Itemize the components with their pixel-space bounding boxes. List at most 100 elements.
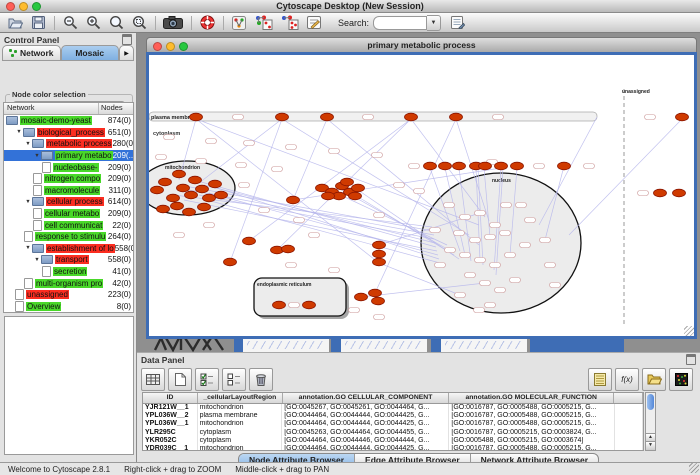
network-node[interactable] xyxy=(209,180,222,188)
network-node[interactable] xyxy=(372,153,383,158)
network-node[interactable] xyxy=(198,203,211,211)
network-node[interactable] xyxy=(215,191,228,199)
network-node[interactable] xyxy=(303,301,316,309)
network-node[interactable] xyxy=(239,183,250,188)
network-node[interactable] xyxy=(470,238,481,243)
network-window-titlebar[interactable]: primary metabolic process xyxy=(146,37,697,52)
network-node[interactable] xyxy=(654,189,667,197)
expander-icon[interactable]: ▼ xyxy=(33,257,41,263)
network-node[interactable] xyxy=(490,223,501,228)
network-node[interactable] xyxy=(373,241,386,249)
table-scrollbar[interactable]: ▲ ▼ xyxy=(645,392,656,451)
network-node[interactable] xyxy=(414,189,425,194)
network-node[interactable] xyxy=(394,183,405,188)
network-node[interactable] xyxy=(289,303,300,308)
network-node[interactable] xyxy=(321,113,334,121)
table-row[interactable]: YPL036W__1mitochondrion[GO:0044464, GO:0… xyxy=(143,420,643,428)
attribute-table-header[interactable]: ID_cellularLayoutRegionannotation.GO CEL… xyxy=(143,393,643,404)
select-attributes-icon[interactable] xyxy=(195,368,219,391)
network-node[interactable] xyxy=(540,238,551,243)
network-node[interactable] xyxy=(673,189,686,197)
network-node[interactable] xyxy=(272,167,283,172)
network-node[interactable] xyxy=(373,258,386,266)
tree-row[interactable]: ▼biological_process651(0) xyxy=(4,127,133,139)
network-node[interactable] xyxy=(558,162,571,170)
network-node[interactable] xyxy=(196,159,207,164)
scrollbar-thumb[interactable] xyxy=(647,394,654,410)
network-node[interactable] xyxy=(204,223,215,228)
tab-mosaic[interactable]: Mosaic xyxy=(61,45,120,61)
expander-icon[interactable]: ▼ xyxy=(24,245,32,251)
table-row[interactable]: YKR052Ccytoplasm[GO:0044464, GO:0044446,… xyxy=(143,437,643,445)
table-mode-icon[interactable] xyxy=(141,368,165,391)
tree-row[interactable]: secretion41(0) xyxy=(4,266,133,278)
network-node[interactable] xyxy=(174,233,185,238)
tree-row[interactable]: multi-organism pro42(0) xyxy=(4,277,133,289)
network-node[interactable] xyxy=(177,184,190,192)
new-attribute-icon[interactable] xyxy=(168,368,192,391)
background-window-titlebar[interactable] xyxy=(530,337,624,352)
network-node[interactable] xyxy=(329,268,340,273)
column-header[interactable]: ID xyxy=(143,393,198,403)
column-header[interactable]: annotation.GO CELLULAR_COMPONENT xyxy=(283,393,450,403)
network-node[interactable] xyxy=(151,186,164,194)
tree-row[interactable]: nitrogen compo209(0) xyxy=(4,173,133,185)
edit-attributes-icon[interactable] xyxy=(449,15,467,31)
network-node[interactable] xyxy=(167,194,180,202)
unselect-attributes-icon[interactable] xyxy=(222,368,246,391)
tree-row[interactable]: response to stimulu264(0) xyxy=(4,231,133,243)
save-icon[interactable] xyxy=(29,15,47,31)
network-node[interactable] xyxy=(244,141,255,146)
search-input[interactable] xyxy=(373,16,427,30)
tree-row[interactable]: nucleobase-209(0) xyxy=(4,161,133,173)
network-node[interactable] xyxy=(638,191,649,196)
network-node[interactable] xyxy=(189,176,202,184)
network-node[interactable] xyxy=(495,288,506,293)
network-node[interactable] xyxy=(164,135,175,140)
network-node[interactable] xyxy=(424,162,437,170)
network-node[interactable] xyxy=(430,228,441,233)
window-resize-grip[interactable] xyxy=(684,326,694,336)
network-node[interactable] xyxy=(355,293,368,301)
network-node[interactable] xyxy=(206,139,217,144)
tree-row[interactable]: ▼cellular process614(0) xyxy=(4,196,133,208)
expander-icon[interactable]: ▼ xyxy=(24,141,32,147)
network-node[interactable] xyxy=(349,308,360,313)
table-row[interactable]: YDR039C__1mitochondrion[GO:0044464, GO:0… xyxy=(143,445,643,451)
background-window[interactable] xyxy=(243,337,329,352)
network-node[interactable] xyxy=(341,178,354,186)
table-row[interactable]: YJR121W__1mitochondrion[GO:0045267, GO:0… xyxy=(143,404,643,412)
network-node[interactable] xyxy=(171,202,184,210)
attribute-editor-icon[interactable] xyxy=(588,368,612,391)
network-node[interactable] xyxy=(501,203,512,208)
network-node[interactable] xyxy=(236,163,247,168)
network-node[interactable] xyxy=(276,113,289,121)
network-node[interactable] xyxy=(203,194,216,202)
network-node[interactable] xyxy=(520,243,531,248)
column-header[interactable]: annotation.GO MOLECULAR_FUNCTION xyxy=(449,393,614,403)
network-node[interactable] xyxy=(444,203,455,208)
column-header[interactable]: _cellularLayoutRegion xyxy=(198,393,283,403)
tree-row[interactable]: ▼primary metabo209(... xyxy=(4,150,133,162)
table-row[interactable]: YLR295Ccytoplasm[GO:0045263, GO:0044464,… xyxy=(143,429,643,437)
background-window-edge[interactable] xyxy=(331,337,341,352)
matrix-icon[interactable] xyxy=(669,368,693,391)
network-node[interactable] xyxy=(322,192,335,200)
zoom-selected-icon[interactable] xyxy=(130,15,148,31)
function-builder-icon[interactable]: f(x) xyxy=(615,368,639,391)
network-node[interactable] xyxy=(369,289,382,297)
zoom-out-icon[interactable] xyxy=(61,15,79,31)
network-node[interactable] xyxy=(286,145,297,150)
zoom-in-icon[interactable] xyxy=(84,15,102,31)
network-node[interactable] xyxy=(534,164,545,169)
tree-row[interactable]: Overview8(0) xyxy=(4,301,133,313)
network-node[interactable] xyxy=(196,185,209,193)
network-node[interactable] xyxy=(511,162,524,170)
network-node[interactable] xyxy=(349,192,362,200)
network-node[interactable] xyxy=(474,308,485,313)
network-node[interactable] xyxy=(525,218,536,223)
network-node[interactable] xyxy=(157,205,170,213)
network-node[interactable] xyxy=(185,191,198,199)
column-header-filler[interactable] xyxy=(614,393,643,403)
help-ring-icon[interactable] xyxy=(198,15,216,31)
